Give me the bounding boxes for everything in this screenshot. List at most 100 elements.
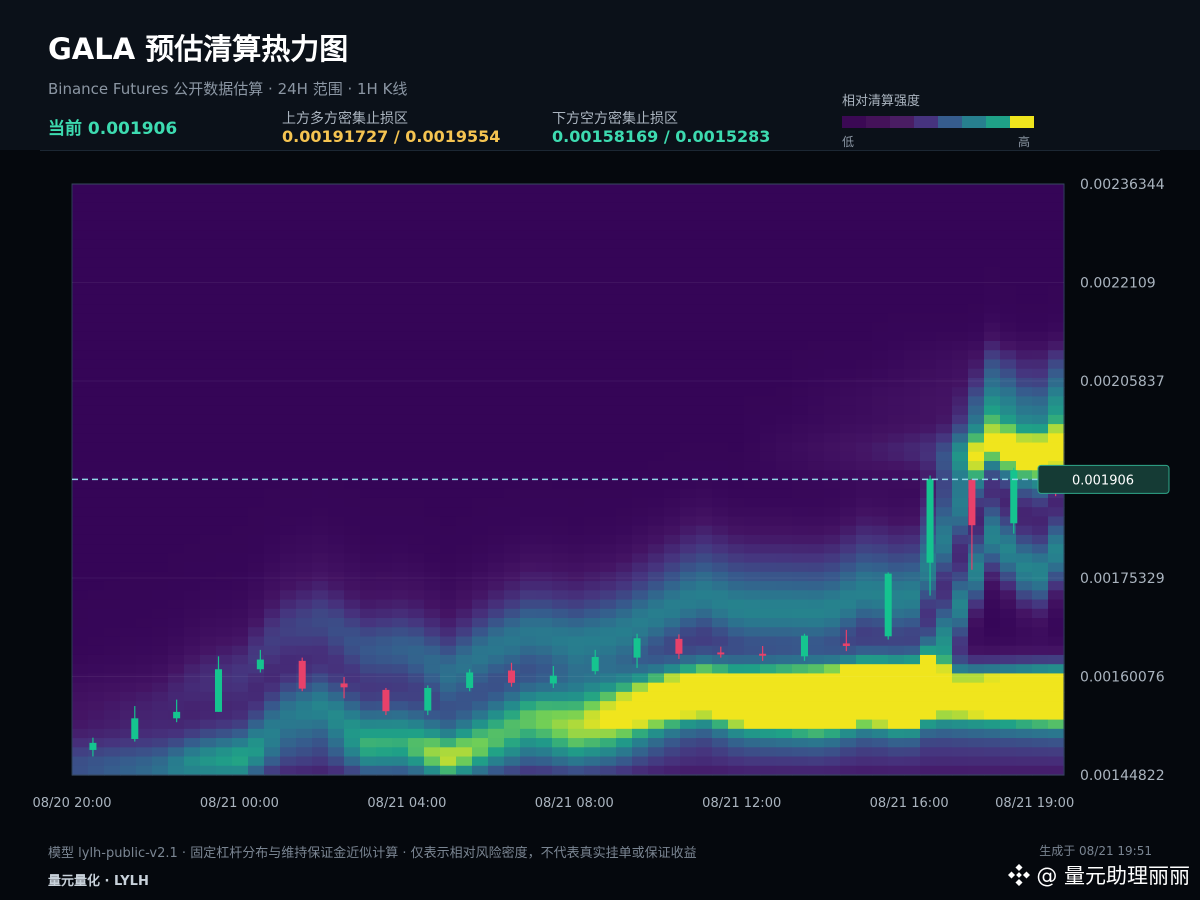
heatmap-cell xyxy=(968,387,985,397)
heatmap-cell xyxy=(120,368,137,379)
heatmap-cell xyxy=(616,664,633,675)
heatmap-cell xyxy=(792,230,809,240)
heatmap-cell xyxy=(520,433,537,444)
heatmap-cell xyxy=(488,719,505,730)
heatmap-cell xyxy=(936,387,953,397)
heatmap-cell xyxy=(136,184,153,194)
heatmap-cell xyxy=(440,202,457,213)
heatmap-cell xyxy=(328,571,345,582)
heatmap-cell xyxy=(72,461,89,471)
heatmap-cell xyxy=(968,211,985,222)
heatmap-cell xyxy=(440,682,457,693)
heatmap-cell xyxy=(360,202,377,213)
heatmap-cell xyxy=(120,654,137,665)
heatmap-cell xyxy=(264,719,281,730)
heatmap-cell xyxy=(1048,405,1065,416)
heatmap-cell xyxy=(712,571,729,582)
heatmap-cell xyxy=(520,719,537,730)
heatmap-cell xyxy=(744,710,761,721)
heatmap-cell xyxy=(552,202,569,213)
heatmap-cell xyxy=(680,424,697,434)
heatmap-cell xyxy=(120,461,137,471)
heatmap-cell xyxy=(632,294,649,305)
heatmap-cell xyxy=(824,414,841,425)
heatmap-cell xyxy=(664,608,681,619)
heatmap-cell xyxy=(248,248,265,259)
heatmap-cell xyxy=(392,654,409,665)
heatmap-cell xyxy=(488,350,505,361)
heatmap-cell xyxy=(856,368,873,379)
heatmap-cell xyxy=(264,451,281,462)
heatmap-cell xyxy=(936,571,953,582)
heatmap-cell xyxy=(344,220,361,231)
heatmap-cell xyxy=(392,553,409,564)
heatmap-cell xyxy=(792,488,809,499)
heatmap-cell xyxy=(440,442,457,453)
heatmap-cell xyxy=(696,756,713,767)
heatmap-cell xyxy=(968,618,985,628)
heatmap-cell xyxy=(792,654,809,665)
heatmap-cell xyxy=(104,461,121,471)
heatmap-cell xyxy=(1016,396,1033,407)
heatmap-cell xyxy=(888,184,905,194)
heatmap-cell xyxy=(680,377,697,388)
heatmap-cell xyxy=(712,664,729,675)
heatmap-cell xyxy=(312,497,329,508)
heatmap-cell xyxy=(264,267,281,277)
heatmap-cell xyxy=(424,470,441,481)
heatmap-cell xyxy=(312,340,329,351)
heatmap-cell xyxy=(424,516,441,527)
heatmap-cell xyxy=(424,738,441,748)
heatmap-cell xyxy=(984,488,1001,499)
heatmap-cell xyxy=(200,507,217,518)
heatmap-cell xyxy=(296,590,313,601)
heatmap-cell xyxy=(200,654,217,665)
heatmap-cell xyxy=(1000,562,1017,573)
heatmap-cell xyxy=(904,433,921,444)
heatmap-cell xyxy=(248,350,265,361)
heatmap-cell xyxy=(952,442,969,453)
heatmap-cell xyxy=(184,581,201,591)
heatmap-cell xyxy=(296,396,313,407)
heatmap-cell xyxy=(536,719,553,730)
heatmap-cell xyxy=(616,691,633,702)
heatmap-cell xyxy=(344,701,361,711)
heatmap-cell xyxy=(904,765,921,776)
heatmap-cell xyxy=(488,433,505,444)
heatmap-cell xyxy=(920,285,937,296)
heatmap-cell xyxy=(504,387,521,397)
heatmap-cell xyxy=(712,368,729,379)
heatmap-cell xyxy=(152,461,169,471)
heatmap-cell xyxy=(200,220,217,231)
heatmap-cell xyxy=(312,230,329,240)
heatmap-cell xyxy=(648,765,665,776)
heatmap-cell xyxy=(856,387,873,397)
heatmap-cell xyxy=(568,747,585,758)
heatmap-cell xyxy=(1032,710,1049,721)
heatmap-cell xyxy=(664,313,681,324)
heatmap-cell xyxy=(264,470,281,481)
heatmap-cell xyxy=(600,230,617,240)
heatmap-cell xyxy=(200,257,217,268)
heatmap-cell xyxy=(760,553,777,564)
heatmap-cell xyxy=(792,184,809,194)
heatmap-cell xyxy=(376,608,393,619)
heatmap-cell xyxy=(472,433,489,444)
heatmap-cell xyxy=(568,756,585,767)
heatmap-cell xyxy=(88,202,105,213)
heatmap-cell xyxy=(312,368,329,379)
heatmap-cell xyxy=(968,368,985,379)
heatmap-cell xyxy=(632,479,649,490)
heatmap-cell xyxy=(856,193,873,204)
heatmap-cell xyxy=(792,424,809,434)
heatmap-cell xyxy=(296,497,313,508)
heatmap-cell xyxy=(808,470,825,481)
heatmap-cell xyxy=(1032,571,1049,582)
heatmap-cell xyxy=(840,756,857,767)
heatmap-cell xyxy=(1000,590,1017,601)
heatmap-cell xyxy=(920,239,937,250)
heatmap-cell xyxy=(856,424,873,434)
heatmap-cell xyxy=(760,590,777,601)
heatmap-cell xyxy=(824,451,841,462)
heatmap-cell xyxy=(952,525,969,536)
